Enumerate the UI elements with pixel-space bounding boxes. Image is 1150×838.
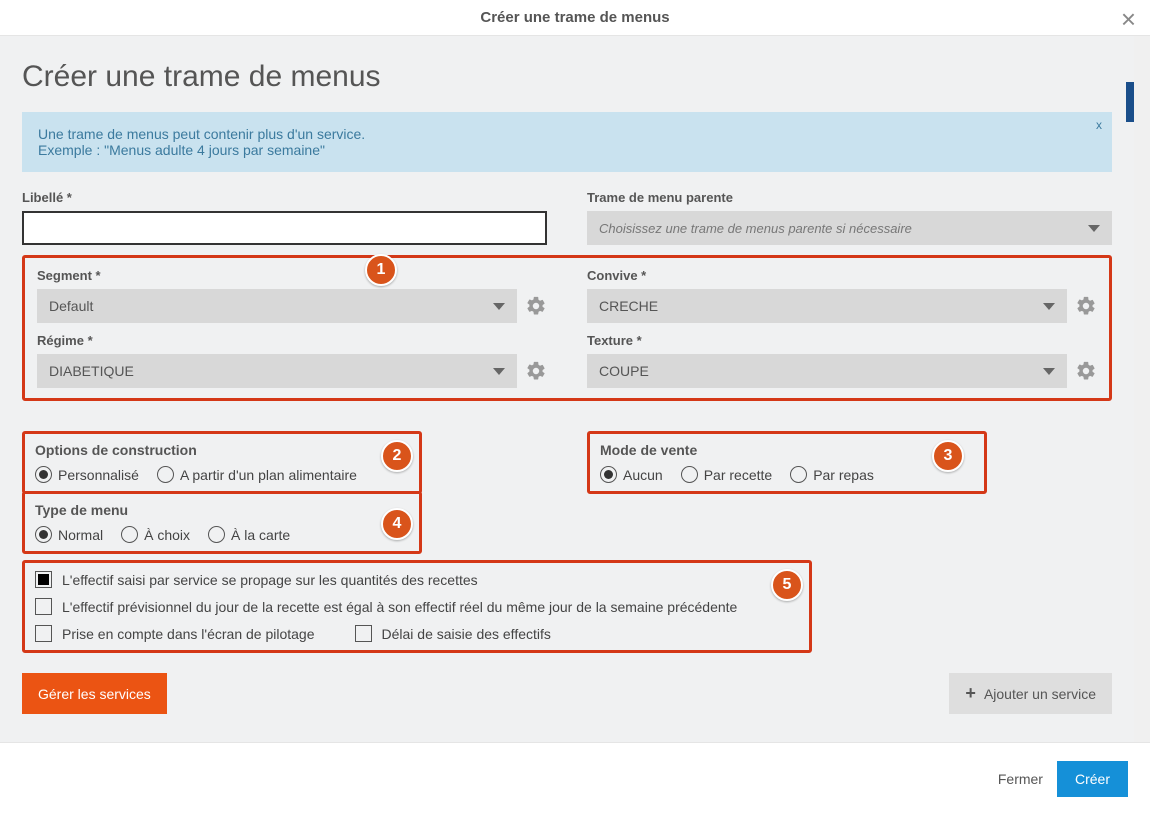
scrollbar-thumb-fragment [1126, 82, 1134, 122]
modal-title: Créer une trame de menus [480, 9, 669, 26]
field-segment: Segment * Default [37, 268, 547, 323]
page-title: Créer une trame de menus [22, 60, 1112, 94]
checkbox-pilotage[interactable]: Prise en compte dans l'écran de pilotage [35, 625, 315, 642]
modal-footer: Fermer Créer [0, 742, 1150, 805]
radio-personnalise[interactable]: Personnalisé [35, 466, 139, 483]
gear-icon[interactable] [525, 295, 547, 317]
highlight-box-4: 4 Type de menu Normal À choix À la carte [22, 491, 422, 554]
segment-label: Segment * [37, 268, 547, 283]
badge-4: 4 [381, 508, 413, 540]
radio-plan-alimentaire[interactable]: A partir d'un plan alimentaire [157, 466, 357, 483]
texture-select[interactable]: COUPE [587, 354, 1067, 388]
field-regime: Régime * DIABETIQUE [37, 333, 547, 388]
field-convive: Convive * CRECHE [587, 268, 1097, 323]
gerer-services-button[interactable]: Gérer les services [22, 673, 167, 714]
mode-vente-title: Mode de vente [600, 442, 974, 458]
highlight-box-2: 2 Options de construction Personnalisé A… [22, 431, 422, 494]
convive-label: Convive * [587, 268, 1097, 283]
parent-label: Trame de menu parente [587, 190, 1112, 205]
highlight-box-1: 1 Segment * Default Convive * [22, 255, 1112, 401]
radio-par-repas[interactable]: Par repas [790, 466, 874, 483]
plus-icon: + [965, 683, 976, 704]
field-texture: Texture * COUPE [587, 333, 1097, 388]
badge-1: 1 [365, 254, 397, 286]
ajouter-service-button[interactable]: + Ajouter un service [949, 673, 1112, 714]
checkbox-delai-saisie[interactable]: Délai de saisie des effectifs [355, 625, 551, 642]
segment-value: Default [49, 298, 93, 314]
gear-icon[interactable] [1075, 360, 1097, 382]
info-dismiss[interactable]: x [1096, 118, 1102, 132]
type-menu-title: Type de menu [35, 502, 409, 518]
options-construction-title: Options de construction [35, 442, 409, 458]
checkbox-effectif-propage[interactable]: L'effectif saisi par service se propage … [35, 571, 799, 588]
badge-5: 5 [771, 569, 803, 601]
scrollbar-track[interactable] [1134, 36, 1150, 742]
checkbox-effectif-previsionnel[interactable]: L'effectif prévisionnel du jour de la re… [35, 598, 799, 615]
radio-a-choix[interactable]: À choix [121, 526, 190, 543]
radio-par-recette[interactable]: Par recette [681, 466, 772, 483]
libelle-input[interactable] [22, 211, 547, 245]
modal-header: Créer une trame de menus × [0, 0, 1150, 36]
chevron-down-icon [1043, 368, 1055, 375]
convive-select[interactable]: CRECHE [587, 289, 1067, 323]
chevron-down-icon [493, 303, 505, 310]
segment-select[interactable]: Default [37, 289, 517, 323]
texture-value: COUPE [599, 363, 649, 379]
field-libelle: Libellé * [22, 190, 547, 245]
regime-value: DIABETIQUE [49, 363, 134, 379]
badge-2: 2 [381, 440, 413, 472]
highlight-box-3: 3 Mode de vente Aucun Par recette Par re… [587, 431, 987, 494]
texture-label: Texture * [587, 333, 1097, 348]
regime-label: Régime * [37, 333, 547, 348]
radio-aucun[interactable]: Aucun [600, 466, 663, 483]
info-box: x Une trame de menus peut contenir plus … [22, 112, 1112, 172]
field-parent: Trame de menu parente Choisissez une tra… [587, 190, 1112, 245]
chevron-down-icon [1043, 303, 1055, 310]
radio-normal[interactable]: Normal [35, 526, 103, 543]
regime-select[interactable]: DIABETIQUE [37, 354, 517, 388]
chevron-down-icon [1088, 225, 1100, 232]
parent-value: Choisissez une trame de menus parente si… [599, 221, 912, 236]
convive-value: CRECHE [599, 298, 658, 314]
parent-select[interactable]: Choisissez une trame de menus parente si… [587, 211, 1112, 245]
info-line2: Exemple : "Menus adulte 4 jours par sema… [38, 142, 1096, 158]
fermer-button[interactable]: Fermer [998, 771, 1043, 787]
highlight-box-5: 5 L'effectif saisi par service se propag… [22, 560, 812, 653]
info-line1: Une trame de menus peut contenir plus d'… [38, 126, 1096, 142]
badge-3: 3 [932, 440, 964, 472]
gear-icon[interactable] [1075, 295, 1097, 317]
modal-body: Créer une trame de menus x Une trame de … [0, 36, 1150, 742]
chevron-down-icon [493, 368, 505, 375]
libelle-label: Libellé * [22, 190, 547, 205]
gear-icon[interactable] [525, 360, 547, 382]
creer-button[interactable]: Créer [1057, 761, 1128, 797]
radio-a-la-carte[interactable]: À la carte [208, 526, 290, 543]
close-icon[interactable]: × [1121, 4, 1136, 35]
